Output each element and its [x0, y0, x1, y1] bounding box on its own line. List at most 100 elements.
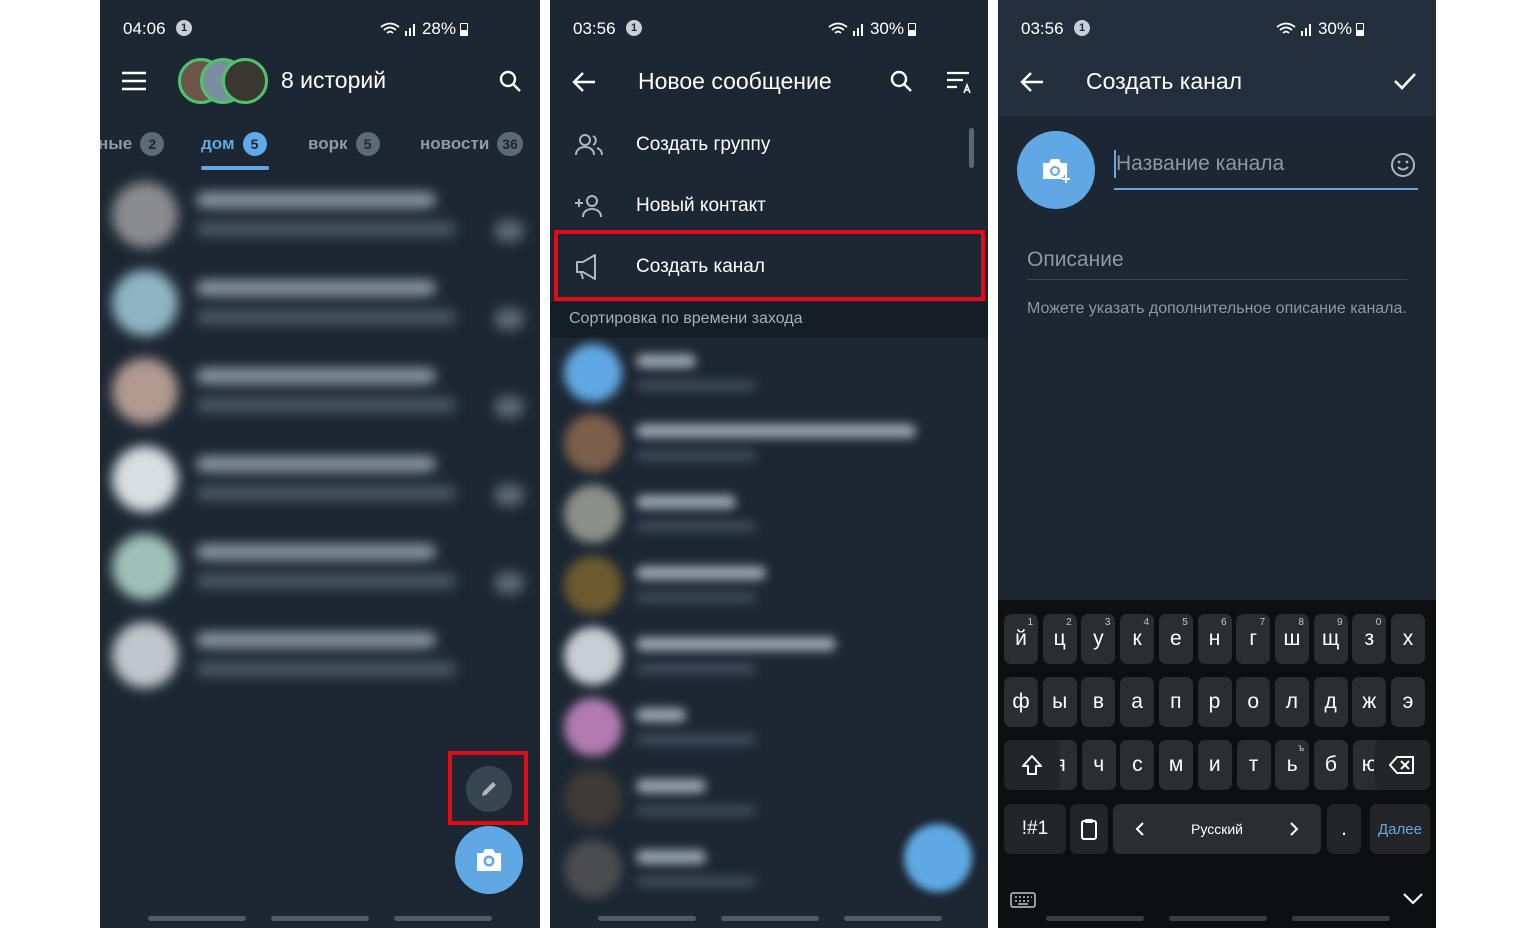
key-hint: ъ — [1297, 743, 1305, 754]
sort-icon[interactable] — [946, 70, 974, 94]
shift-icon — [1022, 755, 1042, 775]
list-item[interactable] — [550, 338, 988, 408]
letter-key[interactable]: т — [1236, 740, 1271, 790]
signal-icon — [404, 24, 415, 36]
menu-icon[interactable] — [122, 71, 146, 91]
period-key[interactable]: . — [1327, 804, 1361, 854]
status-time: 03:56 — [1021, 19, 1064, 38]
keyboard-icon[interactable] — [1010, 892, 1036, 908]
list-item[interactable] — [550, 479, 988, 549]
stories-avatars[interactable] — [178, 58, 270, 106]
tab-dom[interactable]: дом 5 — [201, 132, 267, 156]
symbols-key[interactable]: !#1 — [1004, 804, 1066, 854]
letter-key[interactable]: э — [1391, 677, 1425, 727]
system-nav-bar — [550, 910, 988, 928]
description-hint: Можете указать дополнительное описание к… — [1027, 300, 1407, 317]
tab-count-badge: 5 — [355, 132, 380, 156]
list-item[interactable] — [100, 170, 540, 256]
key-label: у — [1093, 627, 1104, 650]
page-title: Новое сообщение — [638, 68, 832, 94]
letter-key[interactable]: ш8 — [1274, 614, 1309, 664]
floating-action-button[interactable] — [904, 824, 972, 892]
letter-key[interactable]: ьъ — [1275, 740, 1310, 790]
backspace-icon — [1389, 756, 1414, 774]
list-item[interactable] — [550, 550, 988, 620]
chevron-down-icon[interactable] — [1402, 892, 1424, 906]
key-hint: 9 — [1337, 617, 1343, 628]
letter-key[interactable]: б — [1313, 740, 1348, 790]
key-label: з — [1364, 627, 1375, 650]
channel-photo-button[interactable] — [1017, 131, 1095, 209]
letter-key[interactable]: г7 — [1236, 614, 1271, 664]
channel-name-input[interactable] — [1114, 146, 1418, 176]
tab-news[interactable]: новости 36 — [420, 132, 523, 156]
backspace-key[interactable] — [1374, 740, 1430, 790]
list-item[interactable] — [100, 346, 540, 432]
letter-key[interactable]: д — [1313, 677, 1348, 727]
list-item[interactable] — [100, 610, 540, 696]
channel-name-field[interactable] — [1114, 146, 1418, 190]
new-contact-item[interactable]: Новый контакт — [550, 175, 988, 237]
key-label: р — [1208, 690, 1221, 713]
tab-label: дом — [201, 134, 235, 153]
letter-key[interactable]: о — [1236, 677, 1271, 727]
description-input[interactable] — [1027, 248, 1407, 272]
checkmark-icon[interactable] — [1393, 71, 1417, 91]
list-item[interactable] — [100, 434, 540, 520]
letter-key[interactable]: й1 — [1004, 614, 1038, 664]
letter-key[interactable]: ы — [1042, 677, 1077, 727]
page-title: Создать канал — [1086, 68, 1243, 94]
list-item[interactable] — [100, 522, 540, 608]
key-hint: 4 — [1143, 617, 1150, 628]
list-item[interactable] — [550, 692, 988, 762]
list-item[interactable] — [100, 258, 540, 344]
search-icon[interactable] — [498, 69, 522, 93]
letter-key[interactable]: в — [1081, 677, 1116, 727]
next-key[interactable]: Далее — [1370, 804, 1430, 854]
letter-key[interactable]: а — [1120, 677, 1155, 727]
letter-key[interactable]: ч — [1081, 740, 1116, 790]
search-icon[interactable] — [889, 69, 913, 93]
tab-folder-1[interactable]: ные 2 — [100, 132, 165, 156]
letter-key[interactable]: п — [1158, 677, 1193, 727]
create-channel-screen: 03:56 1 30% Создать канал Можете указать… — [998, 0, 1436, 928]
letter-key[interactable]: м — [1159, 740, 1194, 790]
letter-key[interactable]: ф — [1004, 677, 1038, 727]
key-label: й — [1015, 627, 1027, 650]
camera-button[interactable] — [455, 826, 523, 894]
status-indicators: 30% — [1276, 19, 1364, 39]
list-item[interactable] — [550, 408, 988, 478]
letter-key[interactable]: е5 — [1158, 614, 1193, 664]
letter-key[interactable]: у3 — [1081, 614, 1116, 664]
spacebar-language-key[interactable]: Русский — [1113, 804, 1321, 854]
list-item[interactable] — [550, 763, 988, 833]
key-label: ф — [1012, 690, 1030, 713]
back-arrow-icon[interactable] — [572, 71, 596, 93]
letter-key[interactable]: с — [1120, 740, 1155, 790]
clipboard-key[interactable] — [1070, 804, 1108, 854]
letter-key[interactable]: щ9 — [1313, 614, 1348, 664]
list-item[interactable] — [550, 621, 988, 691]
key-label: л — [1285, 690, 1299, 713]
tab-work[interactable]: ворк 5 — [308, 132, 380, 156]
shift-key[interactable] — [1004, 740, 1060, 790]
letter-key[interactable]: х — [1391, 614, 1425, 664]
emoji-icon[interactable] — [1390, 152, 1416, 178]
letter-key[interactable]: л — [1274, 677, 1309, 727]
key-label: в — [1092, 690, 1104, 713]
scrollbar[interactable] — [969, 128, 974, 168]
letter-key[interactable]: з0 — [1352, 614, 1387, 664]
key-hint: 0 — [1375, 617, 1382, 628]
letter-key[interactable]: к4 — [1120, 614, 1155, 664]
letter-key[interactable]: ж — [1352, 677, 1387, 727]
letter-key[interactable]: и — [1197, 740, 1232, 790]
key-label: а — [1131, 690, 1143, 713]
back-arrow-icon[interactable] — [1020, 71, 1044, 93]
letter-key[interactable]: р — [1197, 677, 1232, 727]
description-field[interactable] — [1027, 248, 1407, 280]
battery-percent: 28% — [421, 19, 456, 38]
menu-label: Новый контакт — [636, 195, 766, 216]
create-group-item[interactable]: Создать группу — [550, 114, 988, 176]
letter-key[interactable]: н6 — [1197, 614, 1232, 664]
letter-key[interactable]: ц2 — [1042, 614, 1077, 664]
